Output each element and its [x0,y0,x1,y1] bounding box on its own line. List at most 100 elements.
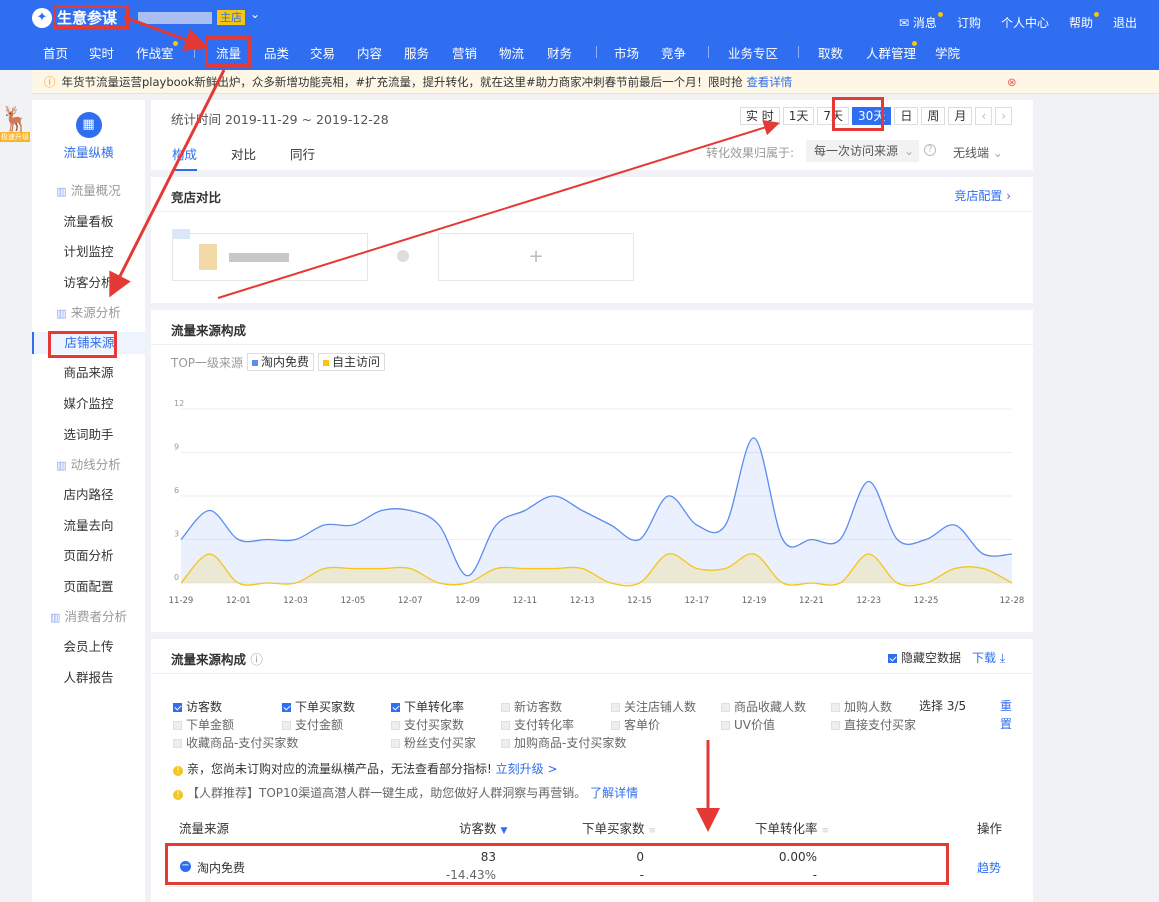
nav-data[interactable]: 取数 [818,43,843,62]
nav-content[interactable]: 内容 [357,43,382,62]
competitor-config-link[interactable]: 竞店配置 › [954,187,1011,204]
metric-checkbox[interactable]: 新访客数 [501,698,562,715]
metric-checkbox[interactable]: 下单买家数 [282,698,355,715]
sidebar-item-page-analysis[interactable]: 页面分析 [32,545,145,567]
metric-checkbox[interactable]: 加购商品-支付买家数 [501,734,626,751]
x-tick-label: 12-21 [799,596,824,606]
nav-warroom[interactable]: 作战室 [136,43,174,62]
metric-checkbox[interactable]: 加购人数 [831,698,892,715]
metric-checkbox[interactable]: 支付转化率 [501,716,574,733]
order-link[interactable]: 订购 [957,14,981,31]
sidebar-item-keyword[interactable]: 选词助手 [32,424,145,446]
nav-marketing[interactable]: 营销 [452,43,477,62]
metric-checkbox[interactable]: 下单金额 [173,716,234,733]
nav-business[interactable]: 业务专区 [728,43,778,62]
col-rate-header[interactable]: 下单转化率 ≡ [755,818,829,837]
metric-checkbox[interactable]: 商品收藏人数 [721,698,806,715]
col-buyers-header[interactable]: 下单买家数 ≡ [582,818,656,837]
metric-checkbox[interactable]: UV价值 [721,716,775,733]
nav-finance[interactable]: 财务 [547,43,572,62]
sidebar-item-crowd-report[interactable]: 人群报告 [32,667,145,689]
collapse-icon[interactable]: − [180,861,191,872]
x-tick-label: 12-23 [856,596,881,606]
metric-label: 收藏商品-支付买家数 [186,736,299,750]
hide-empty-checkbox[interactable]: 隐藏空数据 [888,649,961,666]
attribution-label: 转化效果归属于: [706,146,795,160]
message-link[interactable]: ✉ 消息 [899,12,943,31]
attribution-select[interactable]: 每一次访问来源 ⌄ [806,140,919,162]
chevron-left-icon[interactable]: ‹ [975,107,993,125]
sidebar-item-store-path[interactable]: 店内路径 [32,484,145,506]
nav-traffic[interactable]: 流量 [216,43,241,62]
sidebar-title[interactable]: 流量纵横 [32,142,145,161]
sidebar-item-page-config[interactable]: 页面配置 [32,576,145,598]
own-shop-box[interactable] [172,233,368,281]
tab-composition[interactable]: 构成 [172,144,198,171]
nav-realtime[interactable]: 实时 [89,43,114,62]
sidebar-item-dashboard[interactable]: 流量看板 [32,211,145,233]
help-link[interactable]: 帮助 [1069,12,1099,31]
tab-compare[interactable]: 对比 [231,144,256,171]
range-7d-button[interactable]: 7天 [817,107,850,125]
sidebar-item-member-upload[interactable]: 会员上传 [32,636,145,658]
close-icon[interactable]: ⊗ [1007,70,1017,94]
reset-link[interactable]: 重置 [1000,697,1014,733]
range-day-button[interactable]: 日 [894,107,919,125]
range-month-button[interactable]: 月 [948,107,973,125]
nav-market[interactable]: 市场 [614,43,639,62]
chevron-down-icon[interactable]: ⌄ [250,7,260,21]
mascot-deer-icon[interactable]: 🦌 极速升级 [0,106,30,146]
chevron-right-icon[interactable]: › [995,107,1012,125]
sidebar-item-flow-out[interactable]: 流量去向 [32,515,145,537]
range-realtime-button[interactable]: 实 时 [739,107,780,125]
metric-checkbox[interactable]: 支付金额 [282,716,343,733]
nav-competition[interactable]: 竞争 [661,43,686,62]
metric-label: 直接支付买家 [844,718,917,732]
nav-academy[interactable]: 学院 [935,43,960,62]
sort-icon: ≡ [821,826,830,836]
metric-checkbox[interactable]: 关注店铺人数 [611,698,696,715]
range-1d-button[interactable]: 1天 [782,107,815,125]
info-icon[interactable]: ⓘ [250,652,263,667]
metric-checkbox[interactable]: 收藏商品-支付买家数 [173,734,298,751]
col-visitors-header[interactable]: 访客数 ▼ [459,818,507,837]
upgrade-link[interactable]: 立刻升级 > [496,762,558,776]
divider [151,673,1033,674]
notice-detail-link[interactable]: 查看详情 [746,75,792,89]
sidebar-item-plan[interactable]: 计划监控 [32,241,145,263]
table-row [166,843,948,887]
download-link[interactable]: 下载 ⤓ [972,649,1005,666]
metric-checkbox[interactable]: 下单转化率 [391,698,464,715]
tab-peers[interactable]: 同行 [290,144,315,171]
add-competitor-button[interactable]: + [438,233,634,281]
logout-link[interactable]: 退出 [1113,14,1137,31]
shop-logo [199,244,217,270]
metric-checkbox[interactable]: 客单价 [611,716,660,733]
metric-label: 下单买家数 [295,700,356,714]
metric-checkbox[interactable]: 支付买家数 [391,716,464,733]
trend-link[interactable]: 趋势 [977,859,1001,876]
device-select[interactable]: 无线端 ⌄ [953,144,1003,161]
x-tick-label: 12-07 [398,596,423,606]
col-action-header: 操作 [977,821,1003,836]
checkbox-checked-icon [173,703,182,712]
sidebar-item-shop-source[interactable]: 店铺来源 [32,332,145,354]
nav-crowd[interactable]: 人群管理 [866,43,916,62]
range-week-button[interactable]: 周 [921,107,946,125]
nav-trade[interactable]: 交易 [310,43,335,62]
range-30d-button[interactable]: 30天 [852,107,892,125]
nav-home[interactable]: 首页 [43,43,68,62]
metric-checkbox[interactable]: 访客数 [173,698,222,715]
sidebar-item-visitor[interactable]: 访客分析 [32,272,145,294]
sidebar-item-item-source[interactable]: 商品来源 [32,362,145,384]
nav-logistics[interactable]: 物流 [499,43,524,62]
nav-service[interactable]: 服务 [404,43,429,62]
sidebar-item-media[interactable]: 媒介监控 [32,393,145,415]
profile-link[interactable]: 个人中心 [1001,14,1049,31]
help-icon[interactable]: ? [924,144,936,156]
brand-title[interactable]: 生意参谋 [57,7,117,28]
metric-checkbox[interactable]: 直接支付买家 [831,716,916,733]
metric-checkbox[interactable]: 粉丝支付买家 [391,734,476,751]
learn-more-link[interactable]: 了解详情 [590,786,638,800]
nav-category[interactable]: 品类 [264,43,289,62]
